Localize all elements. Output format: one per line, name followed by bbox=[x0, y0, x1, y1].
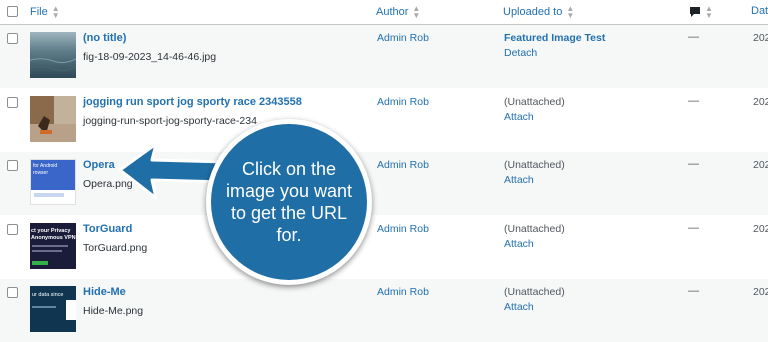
column-date[interactable]: Dat bbox=[751, 5, 768, 17]
comment-count: — bbox=[688, 31, 699, 43]
attach-link[interactable]: Attach bbox=[504, 111, 534, 123]
media-title-link[interactable]: jogging run sport jog sporty race 234355… bbox=[83, 96, 302, 108]
uploaded-to-status: (Unattached) bbox=[504, 223, 565, 235]
media-title-link[interactable]: (no title) bbox=[83, 32, 126, 44]
table-row: ct your Privacy Anonymous VPN TorGuard T… bbox=[0, 216, 768, 279]
speech-bubble-icon bbox=[690, 7, 700, 17]
media-filename: TorGuard.png bbox=[83, 242, 148, 254]
thumbnail-sea[interactable] bbox=[30, 32, 76, 78]
column-author-label: Author bbox=[376, 6, 409, 18]
upload-date: 202 bbox=[753, 32, 768, 44]
attach-link[interactable]: Attach bbox=[504, 174, 534, 186]
thumbnail-jogging[interactable] bbox=[30, 96, 76, 142]
thumbnail-caption: ct your Privacy Anonymous VPN bbox=[31, 228, 76, 241]
thumbnail-opera[interactable]: for Android rowser bbox=[30, 159, 76, 205]
column-file[interactable]: File ▲ ▼ bbox=[30, 4, 60, 20]
table-row: (no title) fig-18-09-2023_14-46-46.jpg A… bbox=[0, 25, 768, 88]
media-filename: jogging-run-sport-jog-sporty-race-234 bbox=[83, 115, 257, 127]
uploaded-to-link[interactable]: Featured Image Test bbox=[504, 32, 605, 44]
row-checkbox[interactable] bbox=[7, 33, 18, 44]
uploaded-to-status: (Unattached) bbox=[504, 159, 565, 171]
column-date-label: Dat bbox=[751, 5, 768, 17]
table-row: ur data since Hide-Me Hide-Me.png Admin … bbox=[0, 279, 768, 342]
uploaded-to-status: (Unattached) bbox=[504, 286, 565, 298]
column-author[interactable]: Author ▲ ▼ bbox=[376, 4, 421, 20]
media-list-table: File ▲ ▼ Author ▲ ▼ Uploaded to ▲ ▼ ▲ ▼ Dat bbox=[0, 0, 768, 342]
column-file-label: File bbox=[30, 6, 48, 18]
thumbnail-caption: for Android rowser bbox=[33, 163, 58, 176]
row-checkbox[interactable] bbox=[7, 224, 18, 235]
comment-count: — bbox=[688, 285, 699, 297]
table-header: File ▲ ▼ Author ▲ ▼ Uploaded to ▲ ▼ ▲ ▼ Dat bbox=[0, 0, 768, 25]
row-checkbox[interactable] bbox=[7, 97, 18, 108]
author-link[interactable]: Admin Rob bbox=[377, 96, 429, 108]
upload-date: 202 bbox=[753, 223, 768, 235]
sort-arrows-icon: ▲ ▼ bbox=[566, 4, 575, 20]
attach-link[interactable]: Attach bbox=[504, 301, 534, 313]
upload-date: 202 bbox=[753, 159, 768, 171]
row-checkbox[interactable] bbox=[7, 287, 18, 298]
thumbnail-hide-me[interactable]: ur data since bbox=[30, 286, 76, 332]
uploaded-to-status: (Unattached) bbox=[504, 96, 565, 108]
comment-count: — bbox=[688, 95, 699, 107]
sort-arrows-icon: ▲ ▼ bbox=[705, 4, 713, 20]
column-uploaded-to[interactable]: Uploaded to ▲ ▼ bbox=[503, 4, 575, 20]
tutorial-callout: Click on the image you want to get the U… bbox=[206, 119, 372, 285]
column-comments[interactable]: ▲ ▼ bbox=[689, 4, 713, 20]
media-filename: Hide-Me.png bbox=[83, 305, 144, 317]
author-link[interactable]: Admin Rob bbox=[377, 286, 429, 298]
author-link[interactable]: Admin Rob bbox=[377, 223, 429, 235]
media-filename: fig-18-09-2023_14-46-46.jpg bbox=[83, 51, 217, 63]
media-title-link[interactable]: TorGuard bbox=[83, 223, 132, 235]
sort-arrows-icon: ▲ ▼ bbox=[51, 4, 60, 20]
callout-text: Click on the image you want to get the U… bbox=[225, 159, 353, 245]
select-all-checkbox[interactable] bbox=[7, 6, 18, 17]
sort-arrows-icon: ▲ ▼ bbox=[412, 4, 421, 20]
author-link[interactable]: Admin Rob bbox=[377, 32, 429, 44]
author-link[interactable]: Admin Rob bbox=[377, 159, 429, 171]
thumbnail-torguard[interactable]: ct your Privacy Anonymous VPN bbox=[30, 223, 76, 269]
comment-count: — bbox=[688, 222, 699, 234]
media-title-link[interactable]: Hide-Me bbox=[83, 286, 126, 298]
upload-date: 202 bbox=[753, 286, 768, 298]
row-checkbox[interactable] bbox=[7, 160, 18, 171]
upload-date: 202 bbox=[753, 96, 768, 108]
comment-count: — bbox=[688, 158, 699, 170]
detach-link[interactable]: Detach bbox=[504, 47, 537, 59]
column-uploaded-to-label: Uploaded to bbox=[503, 6, 563, 18]
thumbnail-caption: ur data since bbox=[32, 292, 64, 298]
media-title-link[interactable]: Opera bbox=[83, 159, 115, 171]
attach-link[interactable]: Attach bbox=[504, 238, 534, 250]
